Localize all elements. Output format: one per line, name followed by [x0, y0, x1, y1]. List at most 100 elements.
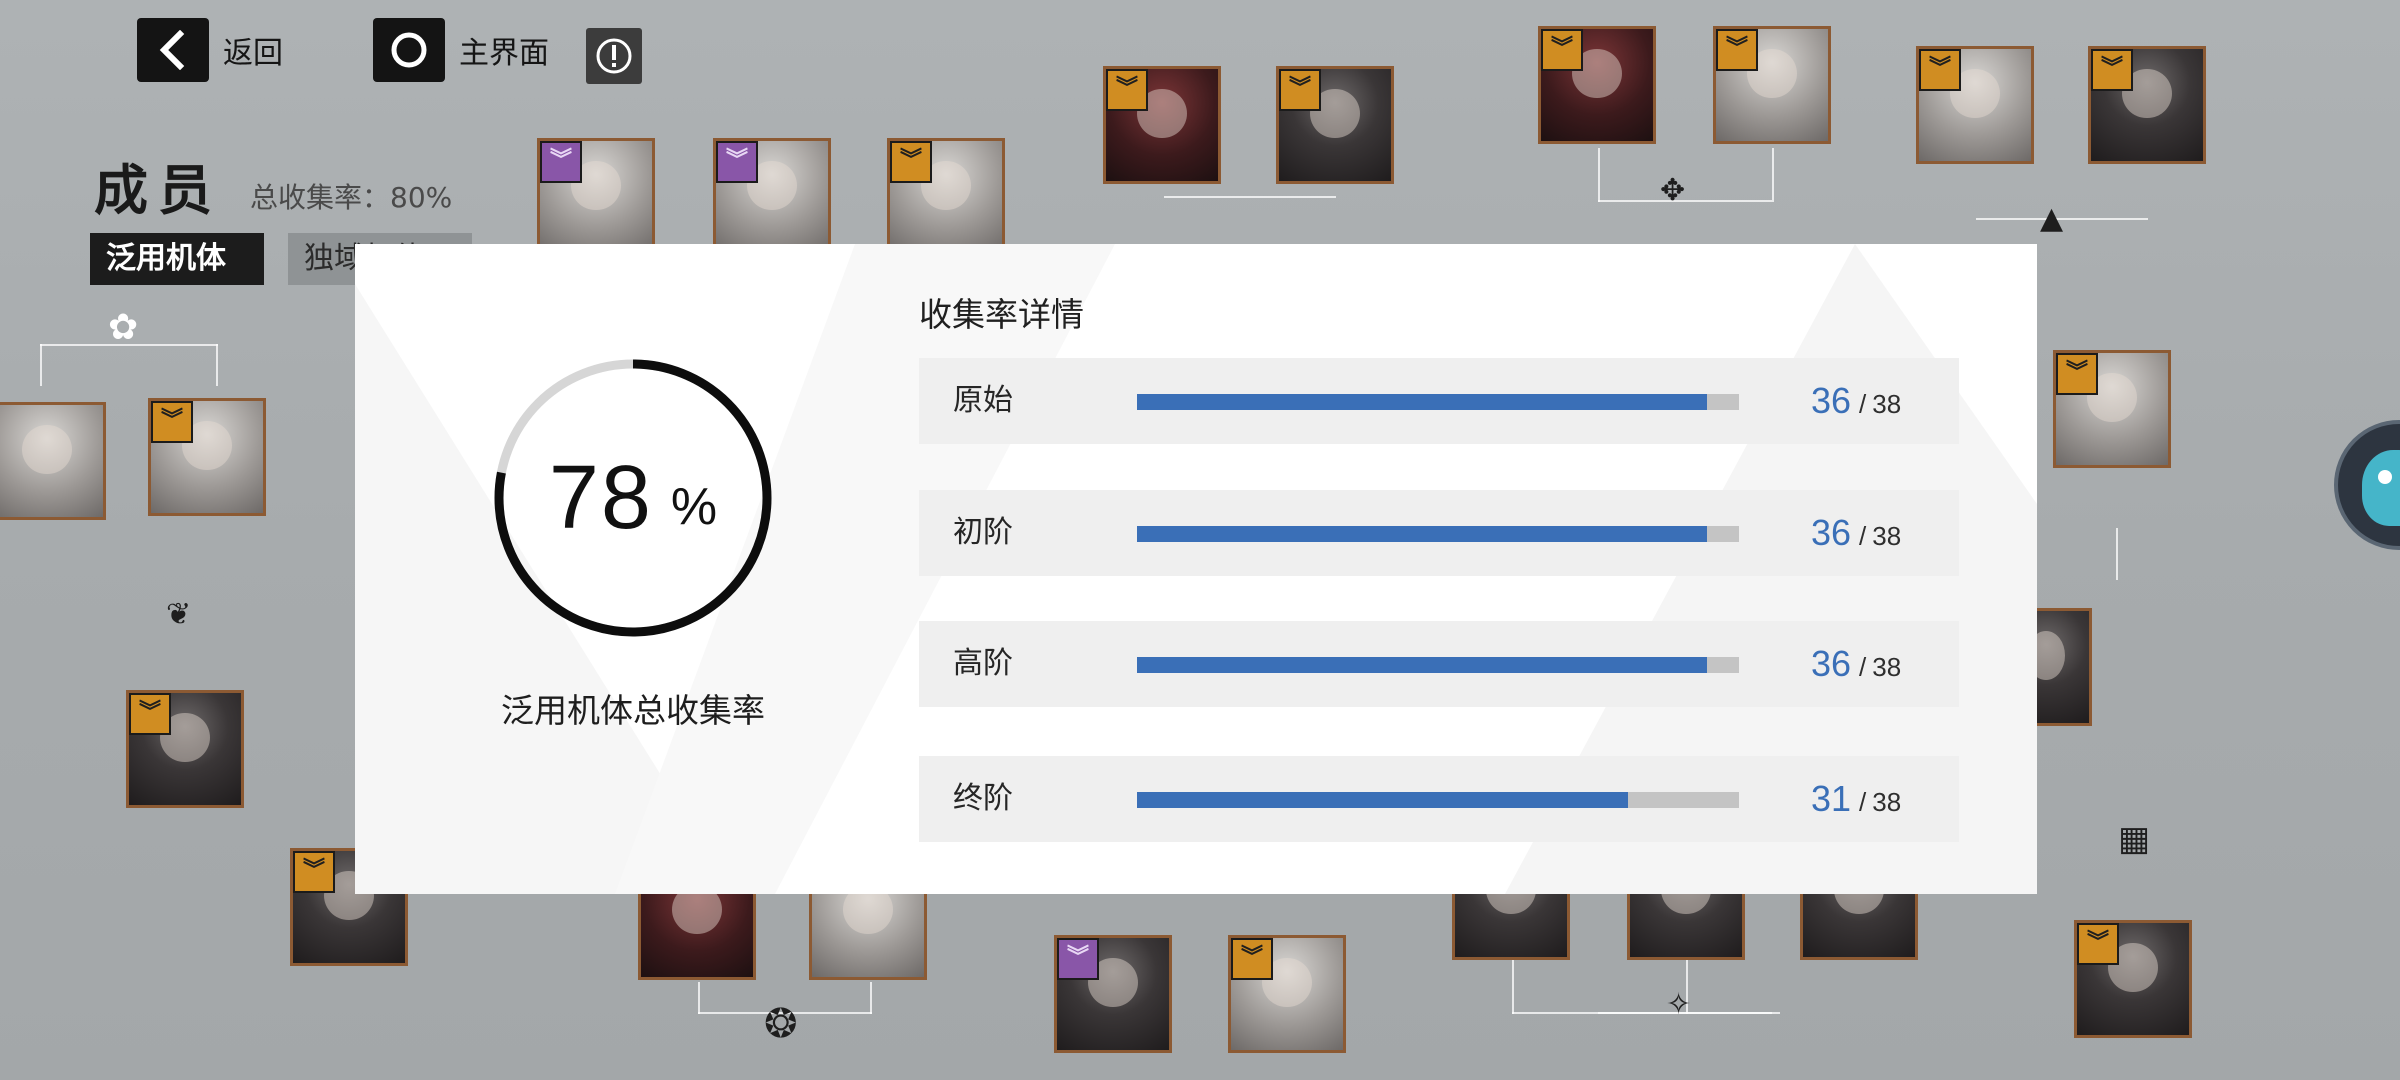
rank-badge-icon: ︾ — [1057, 938, 1099, 980]
rank-badge-icon: ︾ — [890, 141, 932, 183]
progress-percent-value: 78 — [548, 447, 653, 548]
rank-count-current: 31 — [1811, 778, 1852, 819]
rank-badge-icon: ︾ — [151, 401, 193, 443]
progress-percent: 78 % — [491, 356, 775, 640]
member-portrait[interactable]: ︾ — [1916, 46, 2034, 164]
faction-emblem-icon: ❦ — [166, 597, 192, 632]
faction-emblem-icon: ▦ — [2118, 819, 2151, 859]
rank-badge-icon: ︾ — [1231, 938, 1273, 980]
progress-percent-unit: % — [670, 478, 718, 536]
back-button[interactable]: 返回 — [137, 18, 283, 82]
total-progress-ring: 78 % — [491, 356, 775, 640]
progress-bar-fill — [1137, 792, 1629, 808]
tree-connector — [216, 344, 218, 386]
progress-bar-fill — [1137, 394, 1708, 410]
total-collection-rate: 总收集率：80% — [250, 176, 452, 216]
rank-badge-icon: ︾ — [716, 141, 758, 183]
member-portrait[interactable]: ︾ — [1713, 26, 1831, 144]
tree-connector — [2116, 528, 2118, 580]
home-button[interactable]: 主界面 — [373, 18, 549, 82]
rank-badge-icon: ︾ — [2077, 923, 2119, 965]
member-portrait[interactable]: ︾ — [2074, 920, 2192, 1038]
progress-bar-track — [1137, 792, 1739, 808]
rank-count-total: 38 — [1872, 389, 1902, 419]
rank-count-separator: / — [1859, 521, 1867, 551]
rank-progress-row: 初阶 36/38 — [919, 490, 1959, 576]
back-label: 返回 — [223, 36, 283, 71]
tree-connector — [1164, 196, 1336, 198]
mascot-eye — [2378, 470, 2392, 484]
member-portrait[interactable]: ︾ — [126, 690, 244, 808]
member-portrait[interactable]: ︾ — [887, 138, 1005, 256]
exclamation-circle-icon — [596, 38, 632, 74]
rank-count-total: 38 — [1872, 652, 1902, 682]
total-rate-label: 总收集率： — [250, 181, 391, 214]
member-portrait[interactable]: ︾ — [537, 138, 655, 256]
rank-progress-row: 原始 36/38 — [919, 358, 1959, 444]
faction-emblem-icon: ▲ — [2040, 201, 2064, 236]
progress-bar-fill — [1137, 657, 1708, 673]
rank-count: 31/38 — [1811, 756, 1901, 842]
rank-badge-icon: ︾ — [1279, 69, 1321, 111]
member-portrait[interactable]: ︾ — [148, 398, 266, 516]
home-label: 主界面 — [459, 36, 549, 71]
rank-label: 终阶 — [953, 781, 1013, 816]
tree-connector — [1772, 148, 1774, 202]
progress-caption: 泛用机体总收集率 — [501, 691, 765, 730]
faction-emblem-icon: ✧ — [1666, 987, 1692, 1022]
rank-count-current: 36 — [1811, 512, 1852, 553]
rank-count-separator: / — [1859, 389, 1867, 419]
rank-label: 原始 — [953, 383, 1013, 418]
rank-badge-icon: ︾ — [129, 693, 171, 735]
rank-badge-icon: ︾ — [1106, 69, 1148, 111]
rank-badge-icon: ︾ — [1716, 29, 1758, 71]
progress-bar-track — [1137, 526, 1739, 542]
tree-connector — [40, 344, 42, 386]
rank-progress-row: 高阶 36/38 — [919, 621, 1959, 707]
rank-count: 36/38 — [1811, 621, 1901, 707]
faction-emblem-icon: ✿ — [108, 307, 139, 348]
mascot-icon — [2362, 450, 2400, 526]
rank-badge-icon: ︾ — [2056, 353, 2098, 395]
rank-badge-icon: ︾ — [540, 141, 582, 183]
progress-bar-fill — [1137, 526, 1708, 542]
rank-label: 初阶 — [953, 515, 1013, 550]
rank-count: 36/38 — [1811, 358, 1901, 444]
detail-title: 收集率详情 — [919, 295, 1084, 334]
faction-emblem-icon: ✥ — [1660, 173, 1686, 208]
member-portrait[interactable]: ︾ — [1228, 935, 1346, 1053]
member-portrait[interactable] — [0, 402, 106, 520]
chevron-left-icon — [137, 18, 209, 82]
tree-connector — [1512, 960, 1514, 1014]
member-portrait[interactable]: ︾ — [1054, 935, 1172, 1053]
rank-count-total: 38 — [1872, 787, 1902, 817]
rank-count-current: 36 — [1811, 643, 1852, 684]
rank-count-separator: / — [1859, 787, 1867, 817]
tab-general-units[interactable]: 泛用机体 — [90, 233, 264, 285]
rank-label: 高阶 — [953, 646, 1013, 681]
rank-count-separator: / — [1859, 652, 1867, 682]
rank-badge-icon: ︾ — [2091, 49, 2133, 91]
member-portrait[interactable]: ︾ — [1276, 66, 1394, 184]
page-title: 成员 — [94, 159, 222, 222]
rank-badge-icon: ︾ — [1541, 29, 1583, 71]
progress-bar-track — [1137, 394, 1739, 410]
rank-badge-icon: ︾ — [293, 851, 335, 893]
rank-badge-icon: ︾ — [1919, 49, 1961, 91]
faction-emblem-icon: ❂ — [764, 1001, 798, 1047]
member-portrait[interactable]: ︾ — [1538, 26, 1656, 144]
member-portrait[interactable]: ︾ — [713, 138, 831, 256]
tree-connector — [870, 982, 872, 1014]
progress-bar-track — [1137, 657, 1739, 673]
rank-count-current: 36 — [1811, 380, 1852, 421]
rank-count: 36/38 — [1811, 490, 1901, 576]
member-portrait[interactable]: ︾ — [2088, 46, 2206, 164]
total-rate-value: 80% — [390, 181, 453, 214]
member-portrait[interactable]: ︾ — [2053, 350, 2171, 468]
member-portrait[interactable]: ︾ — [1103, 66, 1221, 184]
tree-connector — [698, 982, 700, 1014]
tree-connector — [1598, 148, 1600, 202]
rank-progress-row: 终阶 31/38 — [919, 756, 1959, 842]
collection-rate-dialog[interactable]: 78 % 泛用机体总收集率 收集率详情 原始 36/38 初阶 36/38 高阶 36/3… — [355, 244, 2037, 894]
info-button[interactable] — [586, 28, 642, 84]
